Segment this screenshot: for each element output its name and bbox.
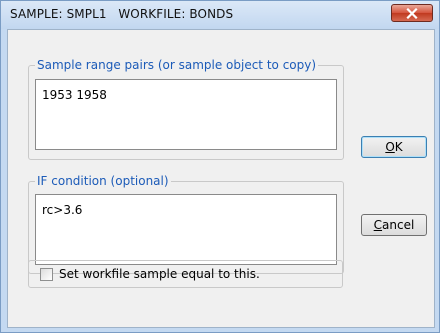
set-workfile-sample-checkbox[interactable] bbox=[40, 268, 53, 281]
if-condition-legend: IF condition (optional) bbox=[37, 174, 169, 188]
sample-range-input[interactable]: 1953 1958 bbox=[35, 79, 337, 150]
window-title: SAMPLE: SMPL1 WORKFILE: BONDS bbox=[10, 7, 234, 21]
close-button[interactable] bbox=[391, 4, 433, 22]
title-bar[interactable]: SAMPLE: SMPL1 WORKFILE: BONDS bbox=[1, 1, 439, 29]
checkbox-group: Set workfile sample equal to this. bbox=[28, 260, 343, 288]
cancel-button[interactable]: Cancel bbox=[361, 214, 427, 236]
sample-dialog: SAMPLE: SMPL1 WORKFILE: BONDS Sample ran… bbox=[0, 0, 440, 333]
set-workfile-sample-label[interactable]: Set workfile sample equal to this. bbox=[59, 267, 260, 281]
sample-range-legend: Sample range pairs (or sample object to … bbox=[37, 58, 317, 72]
cancel-label-rest: ancel bbox=[382, 218, 415, 232]
cancel-mnemonic: C bbox=[373, 218, 383, 232]
if-condition-input[interactable]: rc>3.6 bbox=[35, 194, 337, 265]
close-x-icon bbox=[406, 8, 418, 19]
ok-button[interactable]: OK bbox=[361, 136, 427, 158]
ok-label-rest: K bbox=[394, 140, 403, 154]
ok-mnemonic: O bbox=[385, 140, 395, 154]
